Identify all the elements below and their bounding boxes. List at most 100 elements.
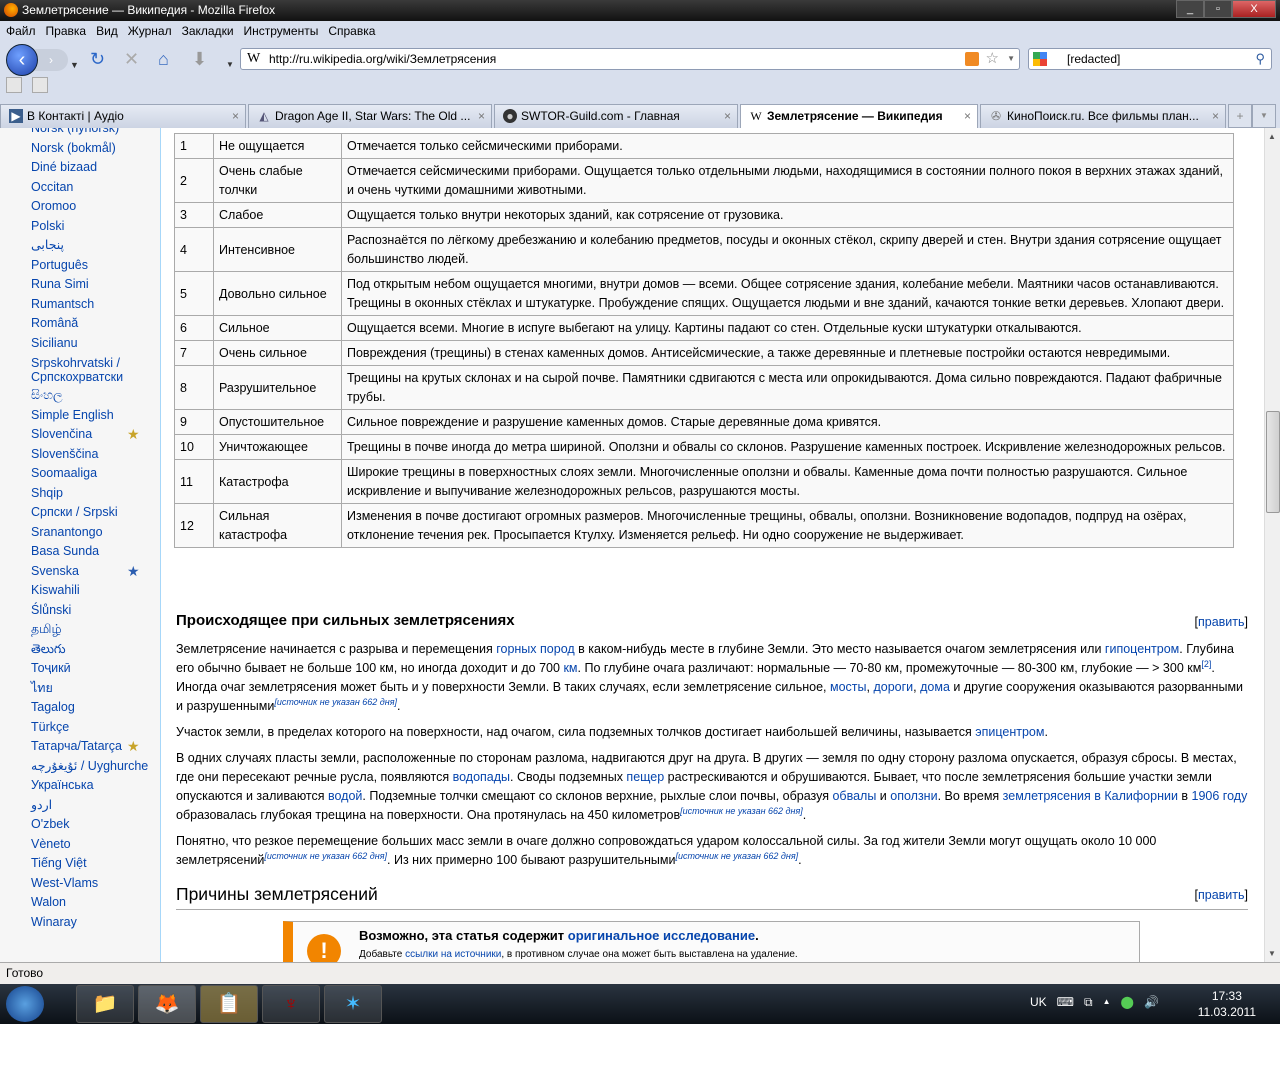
utorrent-icon[interactable]: ⬤ <box>1121 984 1134 1024</box>
menu-help[interactable]: Справка <box>328 21 375 41</box>
language-link[interactable]: සිංහල <box>31 386 151 406</box>
language-link[interactable]: Português <box>31 256 151 276</box>
language-link[interactable]: Norsk (nynorsk) <box>31 128 151 139</box>
language-link[interactable]: Українська <box>31 776 151 796</box>
article-link[interactable]: водой <box>328 789 362 803</box>
language-link[interactable]: ไทย <box>31 679 151 699</box>
minimize-button[interactable]: _ <box>1176 0 1204 18</box>
article-link[interactable]: землетрясения в Калифорнии <box>1003 789 1178 803</box>
tab-close-icon[interactable]: × <box>478 105 485 127</box>
language-link[interactable]: Polski <box>31 217 151 237</box>
tab-vkontakte[interactable]: ▶ В Контакті | Аудіо × <box>0 104 246 128</box>
citation-link[interactable]: [2] <box>1201 659 1211 669</box>
menu-view[interactable]: Вид <box>96 21 118 41</box>
menu-file[interactable]: Файл <box>6 21 36 41</box>
language-link[interactable]: Tiếng Việt <box>31 854 151 874</box>
back-button[interactable]: ‹ <box>6 44 38 76</box>
language-link[interactable]: తెలుగు <box>31 640 151 660</box>
language-link[interactable]: Vèneto <box>31 835 151 855</box>
article-link[interactable]: мосты <box>830 680 867 694</box>
article-link[interactable]: 1906 году <box>1192 789 1248 803</box>
new-tab-button[interactable]: + <box>1228 104 1252 128</box>
search-bar[interactable]: [redacted] ⚲ <box>1028 48 1272 70</box>
close-button[interactable]: X <box>1232 0 1276 18</box>
volume-icon[interactable]: 🔊 <box>1144 984 1159 1024</box>
edit-section-link[interactable]: [править] <box>1194 888 1248 902</box>
star-app-taskbar-icon[interactable]: ✶ <box>324 985 382 1023</box>
tab-close-icon[interactable]: × <box>964 105 971 127</box>
language-link[interactable]: West-Vlams <box>31 874 151 894</box>
edit-link[interactable]: править <box>1198 615 1245 629</box>
language-link[interactable]: Diné bizaad <box>31 158 151 178</box>
original-research-link[interactable]: оригинальное исследование <box>568 928 755 943</box>
language-link[interactable]: Sranantongo <box>31 523 151 543</box>
app-taskbar-icon[interactable]: 📋 <box>200 985 258 1023</box>
tab-close-icon[interactable]: × <box>232 105 239 127</box>
language-link[interactable]: O'zbek <box>31 815 151 835</box>
rss-icon[interactable] <box>965 52 979 66</box>
home-icon[interactable]: ⌂ <box>158 49 169 69</box>
language-link[interactable]: Slovenščina <box>31 445 151 465</box>
article-link[interactable]: эпицентром <box>975 725 1044 739</box>
language-link[interactable]: Winaray <box>31 913 151 933</box>
language-link[interactable]: Татарча/Tatarça ★ <box>31 737 151 757</box>
explorer-taskbar-icon[interactable]: 📁 <box>76 985 134 1023</box>
language-link[interactable]: اردو <box>31 796 151 816</box>
firefox-taskbar-icon[interactable]: 🦊 <box>138 985 196 1023</box>
language-link[interactable]: پنجابی <box>31 236 151 256</box>
language-link[interactable]: Rumantsch <box>31 295 151 315</box>
language-link[interactable]: Shqip <box>31 484 151 504</box>
url-text[interactable]: http://ru.wikipedia.org/wiki/Землетрясен… <box>269 52 496 66</box>
language-link[interactable]: Slovenčina ★ <box>31 425 151 445</box>
tab-close-icon[interactable]: × <box>1212 105 1219 127</box>
scroll-up-icon[interactable]: ▲ <box>1268 132 1276 141</box>
network-icon[interactable]: ⧉ <box>1084 984 1093 1024</box>
language-link[interactable]: Sicilianu <box>31 334 151 354</box>
language-link[interactable]: Oromoo <box>31 197 151 217</box>
language-link[interactable]: Walon <box>31 893 151 913</box>
language-link[interactable]: Тоҷикӣ <box>31 659 151 679</box>
url-dropdown-icon[interactable]: ▼ <box>1007 49 1015 69</box>
article-link[interactable]: водопады <box>453 770 510 784</box>
language-link[interactable]: தமிழ் <box>31 620 151 640</box>
tab-list-button[interactable]: ▼ <box>1252 104 1276 128</box>
edit-link[interactable]: править <box>1198 888 1245 902</box>
citation-link[interactable]: [источник не указан 662 дня] <box>675 851 798 861</box>
tab-kinopoisk[interactable]: ✇ КиноПоиск.ru. Все фильмы план... × <box>980 104 1226 128</box>
article-link[interactable]: гипоцентром <box>1105 642 1179 656</box>
search-icon[interactable]: ⚲ <box>1255 49 1265 69</box>
url-bar[interactable]: W http://ru.wikipedia.org/wiki/Землетряс… <box>240 48 1020 70</box>
language-link[interactable]: Tagalog <box>31 698 151 718</box>
language-link[interactable]: Runa Simi <box>31 275 151 295</box>
citation-link[interactable]: [источник не указан 662 дня] <box>680 806 803 816</box>
article-link[interactable]: горных пород <box>496 642 574 656</box>
clock[interactable]: 17:33 11.03.2011 <box>1198 988 1256 1020</box>
search-input[interactable]: [redacted] <box>1067 52 1120 66</box>
citation-link[interactable]: [источник не указан 662 дня] <box>274 697 397 707</box>
language-link[interactable]: Srpskohrvatski / Српскохрватски <box>31 353 151 386</box>
vertical-scrollbar[interactable]: ▲ ▼ <box>1264 128 1280 962</box>
new-folder-icon[interactable] <box>32 77 48 93</box>
language-link[interactable]: Српски / Srpski <box>31 503 151 523</box>
article-link[interactable]: дороги <box>873 680 913 694</box>
language-link[interactable]: Svenska ★ <box>31 562 151 582</box>
language-indicator[interactable]: UK <box>1030 984 1047 1024</box>
game-taskbar-icon[interactable]: ♆ <box>262 985 320 1023</box>
tab-swtor[interactable]: ● SWTOR-Guild.com - Главная × <box>494 104 738 128</box>
language-link[interactable]: Simple English <box>31 406 151 426</box>
citation-link[interactable]: [источник не указан 662 дня] <box>264 851 387 861</box>
download-icon[interactable]: ⬇ <box>192 49 207 69</box>
article-link[interactable]: пещер <box>626 770 664 784</box>
menu-history[interactable]: Журнал <box>128 21 172 41</box>
article-link[interactable]: обвалы <box>832 789 876 803</box>
language-link[interactable]: Occitan <box>31 178 151 198</box>
tab-close-icon[interactable]: × <box>724 105 731 127</box>
language-link[interactable]: Basa Sunda <box>31 542 151 562</box>
maximize-button[interactable]: ▫ <box>1204 0 1232 18</box>
keyboard-icon[interactable]: ⌨ <box>1057 984 1074 1024</box>
language-link[interactable]: Ślůnski <box>31 601 151 621</box>
edit-section-link[interactable]: [править] <box>1194 615 1248 629</box>
sources-link[interactable]: ссылки на источники <box>405 949 501 960</box>
stop-icon[interactable]: ✕ <box>124 49 139 69</box>
reload-icon[interactable]: ↻ <box>90 49 105 69</box>
